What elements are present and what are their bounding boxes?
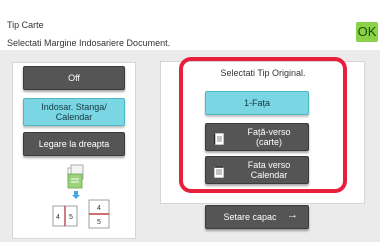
cover-settings-label: Setare capac xyxy=(223,212,277,222)
binding-preview-illustration: 4 5 4 5 xyxy=(52,164,110,229)
book-left-page-b: 5 xyxy=(69,214,73,221)
duplex-calendar-button[interactable]: Fata verso Calendar xyxy=(205,156,309,184)
duplex-calendar-label: Fata verso Calendar xyxy=(247,160,291,180)
original-type-prompt: Selectati Tip Original. xyxy=(220,68,306,78)
book-left-page-a: 4 xyxy=(56,214,60,221)
binding-right-label: Legare la dreapta xyxy=(38,139,110,149)
cover-settings-button[interactable]: Setare capac → xyxy=(205,205,309,229)
ok-button[interactable]: OK xyxy=(356,22,378,42)
one-sided-label: 1-Fața xyxy=(243,98,270,108)
calendar-duplex-icon xyxy=(214,166,224,178)
binding-off-label: Off xyxy=(68,73,80,83)
calendar-page-b: 5 xyxy=(97,219,101,226)
binding-left-calendar-label: Indosar. Stanga/ Calendar xyxy=(41,102,107,122)
header: Tip Carte Selectati Margine Indosariere … xyxy=(0,0,380,50)
document-stack-icon xyxy=(67,164,84,189)
book-duplex-icon xyxy=(214,133,224,145)
duplex-book-button[interactable]: Față-verso (carte) xyxy=(205,123,309,151)
one-sided-button[interactable]: 1-Fața xyxy=(205,91,309,115)
binding-right-button[interactable]: Legare la dreapta xyxy=(23,132,125,156)
calendar-page-a: 4 xyxy=(97,205,101,212)
open-book-left-icon: 4 5 xyxy=(52,205,78,227)
content-area: Off Indosar. Stanga/ Calendar Legare la … xyxy=(0,50,380,242)
calendar-book-icon: 4 5 xyxy=(88,199,110,229)
screen-instruction: Selectati Margine Indosariere Document. xyxy=(7,38,171,48)
binding-left-calendar-button[interactable]: Indosar. Stanga/ Calendar xyxy=(23,98,125,126)
screen-title: Tip Carte xyxy=(7,20,44,30)
arrow-right-icon: → xyxy=(287,209,298,221)
duplex-book-label: Față-verso (carte) xyxy=(247,127,291,147)
binding-off-button[interactable]: Off xyxy=(23,66,125,90)
